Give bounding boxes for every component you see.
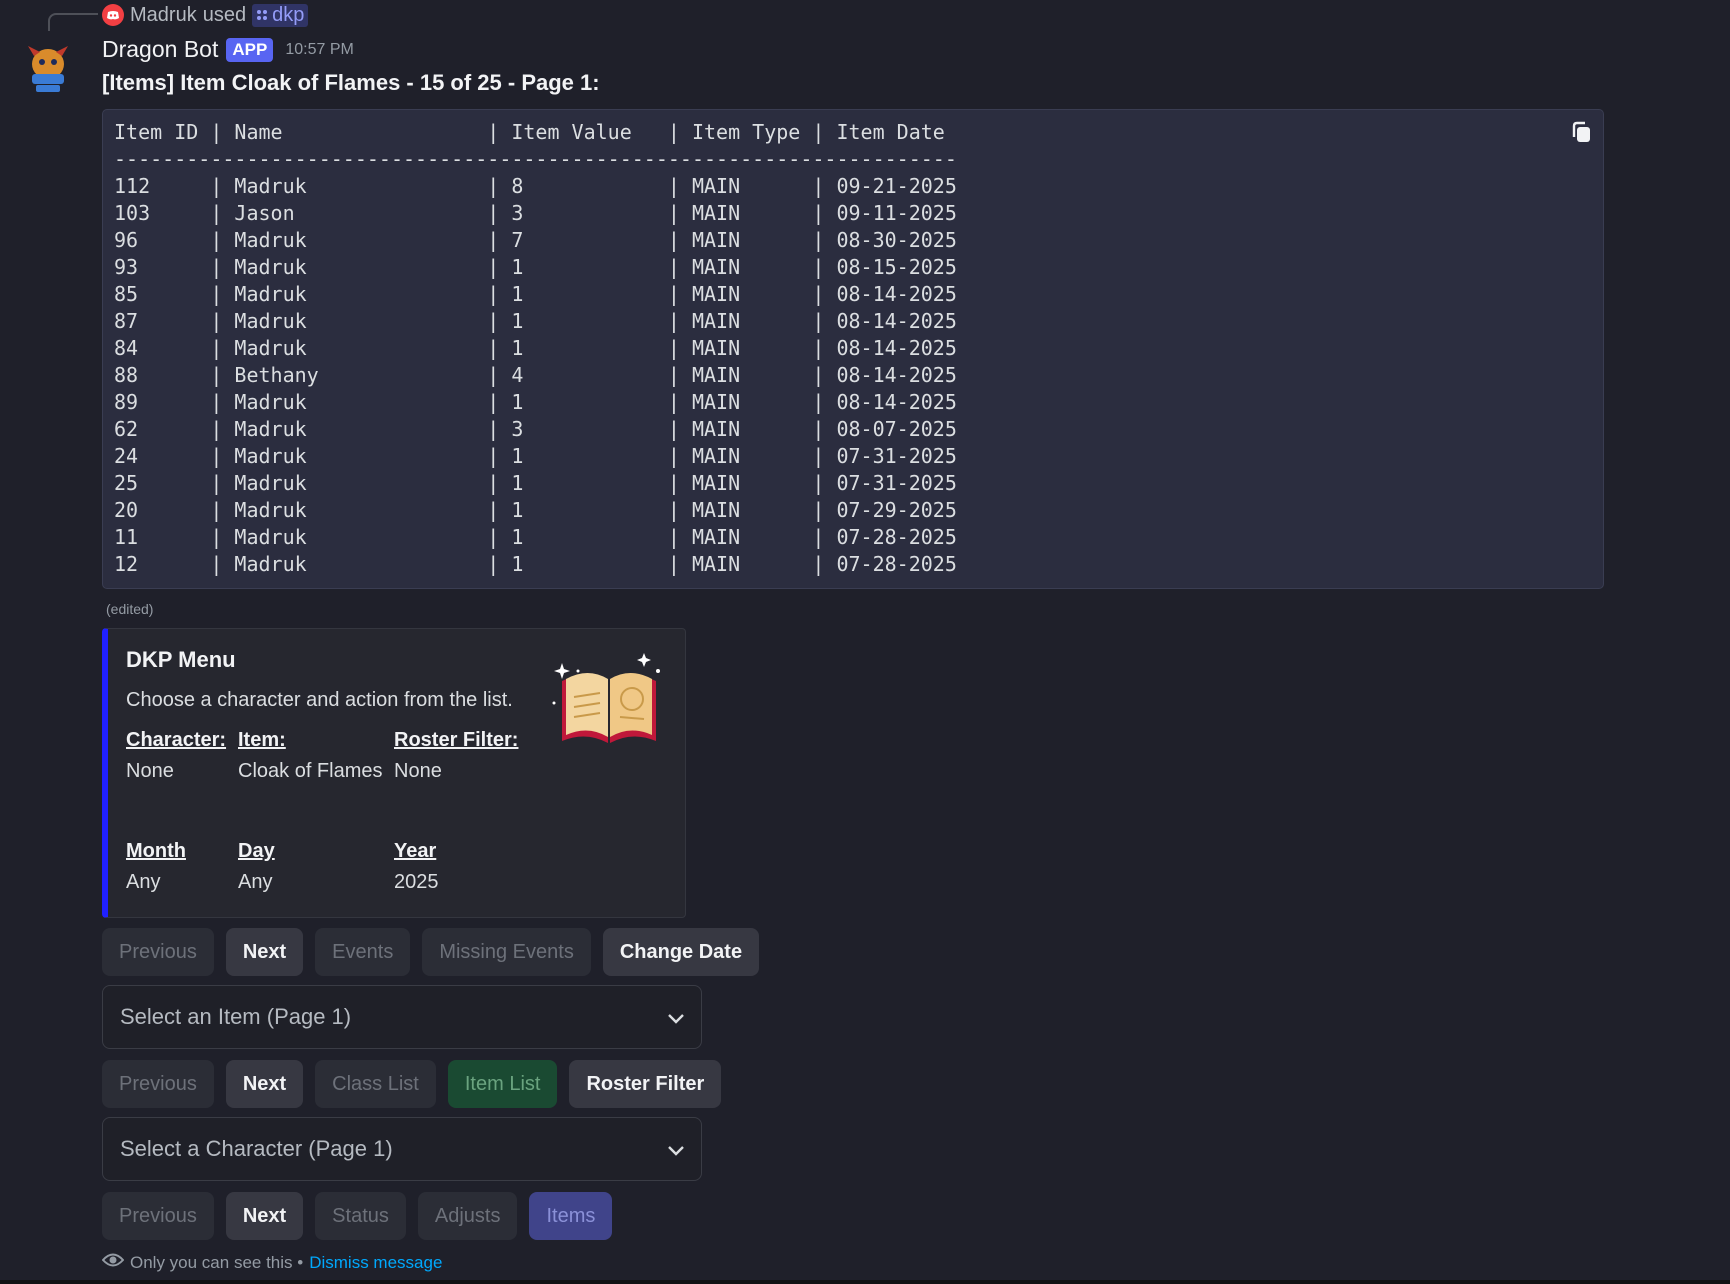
code-row: 85 | Madruk | 1 | MAIN | 08-14-2025: [114, 282, 957, 306]
change-date-button[interactable]: Change Date: [602, 928, 760, 976]
adjusts-button[interactable]: Adjusts: [417, 1192, 518, 1240]
app-command-icon: [256, 4, 268, 27]
code-row: 103 | Jason | 3 | MAIN | 09-11-2025: [114, 201, 957, 225]
items-button[interactable]: Items: [529, 1192, 613, 1240]
field-month: Month Any: [126, 840, 186, 894]
field-value: Any: [126, 871, 161, 893]
embed-description: Choose a character and action from the l…: [126, 689, 513, 711]
code-row: 62 | Madruk | 3 | MAIN | 08-07-2025: [114, 417, 957, 441]
code-lines: Item ID | Name | Item Value | Item Type …: [114, 119, 1603, 578]
events-button[interactable]: Events: [315, 928, 411, 976]
edited-label: (edited): [106, 601, 154, 617]
code-row: 12 | Madruk | 1 | MAIN | 07-28-2025: [114, 552, 957, 576]
code-row: 89 | Madruk | 1 | MAIN | 08-14-2025: [114, 390, 957, 414]
code-row: 93 | Madruk | 1 | MAIN | 08-15-2025: [114, 255, 957, 279]
field-item: Item: Cloak of Flames: [238, 729, 383, 783]
chevron-down-icon: [667, 1004, 685, 1030]
field-value: Any: [238, 871, 273, 893]
field-character: Character: None: [126, 729, 226, 783]
item-select-placeholder: Select an Item (Page 1): [120, 1004, 352, 1029]
timestamp[interactable]: 10:57 PM: [285, 41, 353, 59]
field-value: None: [126, 760, 174, 782]
missing-events-button[interactable]: Missing Events: [422, 928, 591, 976]
field-name: Year: [394, 840, 437, 862]
copy-icon[interactable]: [1569, 120, 1595, 146]
field-name: Day: [238, 840, 275, 862]
code-row: 20 | Madruk | 1 | MAIN | 07-29-2025: [114, 498, 957, 522]
reply-connector: [48, 13, 98, 31]
embed-title: DKP Menu: [126, 647, 236, 672]
code-block: Item ID | Name | Item Value | Item Type …: [102, 109, 1604, 589]
avatar[interactable]: [26, 42, 70, 94]
status-button[interactable]: Status: [315, 1192, 406, 1240]
embed: DKP Menu Choose a character and action f…: [102, 628, 686, 918]
message-title: [Items] Item Cloak of Flames - 15 of 25 …: [102, 70, 600, 95]
code-row: 96 | Madruk | 7 | MAIN | 08-30-2025: [114, 228, 957, 252]
code-row: 112 | Madruk | 8 | MAIN | 09-21-2025: [114, 174, 957, 198]
roster-filter-button[interactable]: Roster Filter: [569, 1060, 722, 1108]
field-day: Day Any: [238, 840, 275, 894]
previous-button[interactable]: Previous: [102, 1192, 214, 1240]
button-row-lists: Previous Next Class List Item List Roste…: [102, 1060, 722, 1108]
message-header: Dragon Bot APP 10:57 PM: [102, 36, 354, 63]
code-header-row: Item ID | Name | Item Value | Item Type …: [114, 120, 945, 144]
button-row-navigation: Previous Next Events Missing Events Chan…: [102, 928, 760, 976]
code-row: 25 | Madruk | 1 | MAIN | 07-31-2025: [114, 471, 957, 495]
command-name: dkp: [272, 3, 305, 26]
bottom-divider: [0, 1280, 1730, 1284]
code-separator: ----------------------------------------…: [114, 147, 957, 171]
ephemeral-notice: Only you can see this • Dismiss message: [101, 1251, 442, 1274]
dismiss-message-link[interactable]: Dismiss message: [309, 1253, 442, 1273]
previous-button[interactable]: Previous: [102, 928, 214, 976]
next-button[interactable]: Next: [225, 1060, 304, 1108]
reply-verb: used: [202, 3, 247, 26]
field-value: 2025: [394, 871, 439, 893]
item-list-button[interactable]: Item List: [447, 1060, 558, 1108]
field-name: Month: [126, 840, 186, 862]
field-roster-filter: Roster Filter: None: [394, 729, 518, 783]
chevron-down-icon: [667, 1136, 685, 1162]
ephemeral-text: Only you can see this •: [130, 1252, 304, 1272]
next-button[interactable]: Next: [225, 928, 304, 976]
item-select[interactable]: Select an Item (Page 1): [102, 985, 702, 1049]
discord-icon: [102, 4, 124, 26]
character-select-placeholder: Select a Character (Page 1): [120, 1136, 393, 1161]
field-name: Item:: [238, 729, 286, 751]
reply-username[interactable]: Madruk: [130, 4, 197, 27]
button-row-views: Previous Next Status Adjusts Items: [102, 1192, 613, 1240]
field-name: Roster Filter:: [394, 729, 519, 751]
field-name: Character:: [126, 729, 227, 751]
field-value: None: [394, 760, 442, 782]
field-value: Cloak of Flames: [238, 760, 383, 782]
eye-icon: [101, 1251, 125, 1274]
code-row: 84 | Madruk | 1 | MAIN | 08-14-2025: [114, 336, 957, 360]
slash-command[interactable]: dkp: [252, 3, 309, 27]
previous-button[interactable]: Previous: [102, 1060, 214, 1108]
reply-context[interactable]: Madruk used dkp: [102, 2, 309, 28]
code-row: 11 | Madruk | 1 | MAIN | 07-28-2025: [114, 525, 957, 549]
spellbook-thumbnail[interactable]: [548, 651, 670, 751]
code-row: 24 | Madruk | 1 | MAIN | 07-31-2025: [114, 444, 957, 468]
field-year: Year 2025: [394, 840, 439, 894]
next-button[interactable]: Next: [225, 1192, 304, 1240]
app-badge: APP: [226, 37, 274, 62]
code-row: 88 | Bethany | 4 | MAIN | 08-14-2025: [114, 363, 957, 387]
username[interactable]: Dragon Bot: [102, 36, 218, 63]
code-row: 87 | Madruk | 1 | MAIN | 08-14-2025: [114, 309, 957, 333]
character-select[interactable]: Select a Character (Page 1): [102, 1117, 702, 1181]
class-list-button[interactable]: Class List: [315, 1060, 436, 1108]
